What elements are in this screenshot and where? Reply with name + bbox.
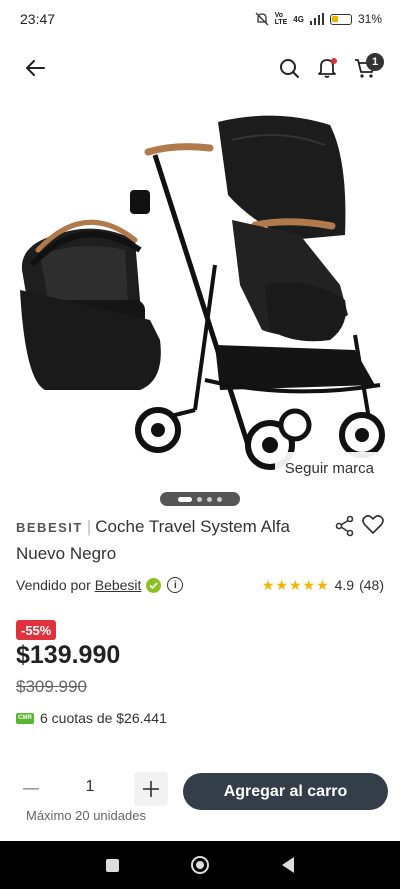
volte-bottom: LTE bbox=[274, 19, 288, 26]
signal-type: 4G bbox=[293, 14, 304, 24]
stroller-illustration bbox=[20, 115, 385, 470]
car-seat-illustration bbox=[20, 219, 161, 390]
stroller-body-illustration bbox=[130, 115, 381, 446]
purchase-bar: 1 Máximo 20 unidades Agregar al carro bbox=[0, 770, 400, 830]
gallery-pagination bbox=[160, 492, 240, 506]
recents-icon[interactable] bbox=[106, 858, 120, 872]
title-separator: | bbox=[86, 517, 92, 536]
gallery-dot[interactable] bbox=[207, 496, 212, 502]
heart-icon bbox=[362, 515, 384, 534]
add-to-cart-button[interactable]: Agregar al carro bbox=[183, 773, 388, 810]
status-icons: Vo LTE 4G 31% bbox=[255, 12, 382, 26]
system-nav-bar bbox=[0, 841, 400, 889]
current-price: $139.990 bbox=[16, 641, 121, 669]
cmr-card-icon: CMR bbox=[16, 712, 34, 724]
installments-info: CMR 6 cuotas de $26.441 bbox=[16, 710, 167, 726]
share-icon bbox=[335, 515, 354, 537]
star-icon: ★ bbox=[288, 576, 302, 593]
installments-text: 6 cuotas de $26.441 bbox=[40, 710, 167, 726]
follow-brand-button[interactable]: Seguir marca bbox=[274, 452, 384, 484]
volte-icon: Vo LTE bbox=[275, 12, 288, 26]
battery-icon bbox=[329, 13, 352, 25]
gallery-dot[interactable] bbox=[178, 496, 192, 502]
gallery-dot[interactable] bbox=[197, 496, 202, 502]
share-button[interactable] bbox=[334, 515, 356, 537]
max-quantity-label: Máximo 20 unidades bbox=[26, 808, 146, 823]
mute-icon bbox=[255, 12, 269, 26]
rating-value: 4.9 bbox=[334, 577, 355, 593]
signal-icon bbox=[309, 13, 324, 25]
decrease-quantity-button[interactable] bbox=[14, 772, 48, 806]
star-icon: ★ bbox=[275, 576, 288, 593]
product-title: BEBESIT | Coche Travel System Alfa Nuevo N… bbox=[16, 514, 336, 567]
arrow-left-icon bbox=[26, 60, 45, 76]
discount-badge: -55% bbox=[16, 620, 57, 640]
sold-by-label: Vendido por bbox=[16, 577, 91, 593]
status-bar: 23:47 Vo LTE 4G 31% bbox=[0, 0, 400, 38]
verified-icon bbox=[146, 577, 162, 593]
brand-name[interactable]: BEBESIT bbox=[16, 520, 83, 535]
home-icon[interactable] bbox=[191, 856, 210, 874]
back-button[interactable] bbox=[16, 49, 54, 87]
original-price: $309.990 bbox=[16, 677, 87, 696]
notification-dot bbox=[331, 58, 337, 64]
minus-icon bbox=[23, 788, 39, 790]
info-icon[interactable]: i bbox=[167, 577, 184, 593]
review-count: (48) bbox=[359, 577, 384, 593]
seller-row: Vendido por Bebesit i ★ ★ ★ ★ ★ 4.9 (48) bbox=[16, 574, 384, 596]
product-rating[interactable]: ★ ★ ★ ★ ★ 4.9 (48) bbox=[262, 577, 384, 594]
favorite-button[interactable] bbox=[362, 515, 386, 537]
gallery-dot[interactable] bbox=[217, 496, 222, 502]
search-button[interactable] bbox=[270, 49, 308, 87]
search-icon bbox=[279, 58, 299, 78]
star-icon: ★ bbox=[261, 576, 275, 593]
top-bar: 1 bbox=[0, 44, 400, 92]
back-triangle-icon[interactable] bbox=[281, 857, 294, 873]
star-icon: ★ bbox=[302, 576, 316, 593]
cart-button[interactable]: 1 bbox=[346, 49, 384, 87]
battery-level: 31% bbox=[357, 12, 382, 26]
product-image[interactable] bbox=[0, 100, 400, 490]
star-icon: ★ bbox=[316, 576, 329, 593]
seller-link[interactable]: Bebesit bbox=[95, 577, 142, 593]
notifications-button[interactable] bbox=[308, 49, 346, 87]
cart-count-badge: 1 bbox=[366, 53, 384, 71]
volte-top: Vo bbox=[274, 12, 284, 19]
status-time: 23:47 bbox=[20, 11, 56, 27]
plus-icon bbox=[143, 781, 159, 797]
quantity-value[interactable]: 1 bbox=[70, 778, 110, 796]
increase-quantity-button[interactable] bbox=[134, 772, 168, 806]
